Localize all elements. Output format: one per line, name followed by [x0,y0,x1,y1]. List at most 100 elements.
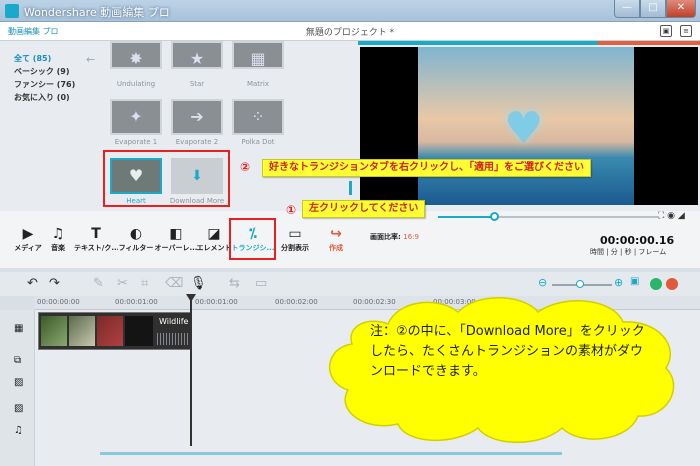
ruler-tick: 00:00:01:00 [195,298,238,306]
transition-label: Undulating [116,80,156,88]
window-titlebar: Wondershare 動画編集 プロ — □ ✕ [0,0,700,22]
transition-label: Evaporate 1 [114,138,158,146]
transition-matrix[interactable]: ▦ [232,41,284,69]
playback-fill [438,216,494,218]
note-text: 注：②の中に、「Download More」をクリックしたら、たくさんトランジシ… [370,324,645,379]
transition-star[interactable]: ★ [171,41,223,69]
undulating-icon: ✸ [129,49,143,68]
text-icon: T [91,226,101,242]
app-window: Wondershare 動画編集 プロ — □ ✕ 動画編集 プロ 無題のプロジ… [0,0,700,466]
step-2-number: ② [240,160,251,174]
category-favorites[interactable]: お気に入り (0) [14,92,75,105]
timeline-toolbar: ↶ ↷ ✎ ✂ ⌗ ⌫ 🎙 ⇆ ▭ ⊖ ⊕ ▣ [0,272,700,296]
delete-icon[interactable]: ⌫ [165,276,183,291]
create-button[interactable]: ↪ 作成 [314,225,358,253]
note-cloud: 注：②の中に、「Download More」をクリックしたら、たくさんトランジシ… [318,294,684,448]
category-basic[interactable]: ベーシック (9) [14,66,75,79]
highlight-box-transitions [103,150,230,207]
redo-icon[interactable]: ↷ [49,276,60,291]
transition-label: Polka Dot [241,138,275,146]
snapshot-icon[interactable]: ⛶ ◉ ◢ [658,211,685,221]
video-clip[interactable]: Wildlife [38,312,192,350]
tool-label: 分割表示 [281,244,309,252]
save-icon[interactable]: ▣ [660,25,672,37]
progress-segment [358,41,598,45]
transition-label: Evaporate 2 [175,138,219,146]
detach-audio-icon[interactable]: ⇆ [229,276,240,291]
category-all[interactable]: 全て (85) [14,53,75,66]
timeline-scrollbar[interactable] [100,452,562,455]
evaporate-icon: ✦ [129,107,143,126]
window-title: Wondershare 動画編集 プロ [24,6,170,19]
pip-track-icon: ⧉ [14,355,22,366]
fit-icon[interactable]: ▣ [630,276,639,287]
menu-icon[interactable]: ≡ [680,25,692,37]
record-screen-button[interactable] [666,278,678,290]
minimize-button[interactable]: — [614,0,640,18]
app-logo-icon [5,4,19,18]
microphone-icon[interactable]: 🎙 [190,276,207,291]
star-icon: ★ [189,49,205,68]
undo-icon[interactable]: ↶ [27,276,38,291]
preview-progress [358,41,700,45]
filter-icon: ◐ [129,226,143,242]
aspect-label: 画面比率: [370,233,401,241]
transition-undulating[interactable]: ✸ [110,41,162,69]
split-screen-icon: ▭ [288,226,302,242]
step-1-number: ① [286,203,297,217]
ruler-tick: 00:00:02:00 [275,298,318,306]
app-header: 動画編集 プロ 無題のプロジェクト * ▣ ≡ [0,22,700,41]
aspect-value: 16:9 [403,233,419,241]
playhead[interactable] [190,296,192,446]
clip-thumbnail [41,316,67,346]
zoom-in-icon[interactable]: ⊕ [614,276,623,289]
progress-segment [598,41,700,45]
cut-icon[interactable]: ✂ [117,276,128,291]
ruler-tick: 00:00:01:00 [115,298,158,306]
record-voice-button[interactable] [650,278,662,290]
transition-label: Matrix [246,80,270,88]
polka-dot-icon: ⁘ [251,107,265,126]
category-fancy[interactable]: ファンシー (76) [14,79,75,92]
ruler-tick: 00:00:00:00 [37,298,80,306]
audio-mixer-icon[interactable]: ▭ [255,276,267,291]
video-track-icon: ▦ [14,323,24,334]
clip-title: Wildlife [159,317,189,326]
zoom-knob[interactable] [576,280,584,288]
tool-filter[interactable]: ◐ フィルター [114,225,158,253]
matrix-icon: ▦ [250,49,266,68]
timecode: 00:00:00.16 [600,234,675,247]
tool-label: フィルター [118,244,154,252]
tool-label: テキスト/ク... [74,244,118,252]
image-track-icon: ▨ [14,377,24,388]
crop-icon[interactable]: ⌗ [141,276,148,291]
transition-label: Star [189,80,205,88]
aspect-ratio[interactable]: 画面比率: 16:9 [370,232,419,242]
step-2-callout: 好きなトランジションタブを右クリックし、「適用」をご選びください [262,159,591,177]
step-1-callout: 左クリックしてください [302,200,426,218]
audio-waveform [157,333,191,345]
tool-label: 作成 [329,244,343,252]
zoom-out-icon[interactable]: ⊖ [538,276,547,289]
timecode-format: 時間 | 分 | 秒 | フレーム [590,248,667,256]
clip-thumbnail [97,316,123,346]
export-icon: ↪ [330,226,342,242]
maximize-button[interactable]: □ [640,0,666,18]
close-button[interactable]: ✕ [666,0,696,18]
back-arrow-icon[interactable]: ← [86,53,95,66]
edit-icon[interactable]: ✎ [93,276,104,291]
clip-thumbnail [125,316,153,346]
tool-text[interactable]: T テキスト/ク... [74,225,118,253]
preview-screen[interactable]: ♥ [360,47,698,205]
clip-thumbnail [69,316,95,346]
transition-evaporate-1[interactable]: ✦ [110,99,162,135]
transition-evaporate-2[interactable]: ➔ [171,99,223,135]
library-scrollbar[interactable] [349,181,352,195]
transition-polka-dot[interactable]: ⁘ [232,99,284,135]
tool-split-screen[interactable]: ▭ 分割表示 [273,225,317,253]
track-headers: ▦ ⧉ ▨ ▨ ♫ [0,310,35,466]
preview-panel: ♥ [358,41,700,211]
music-track-icon: ♫ [14,425,23,436]
playback-knob[interactable] [490,212,499,221]
category-list: 全て (85) ベーシック (9) ファンシー (76) お気に入り (0) [14,53,75,105]
